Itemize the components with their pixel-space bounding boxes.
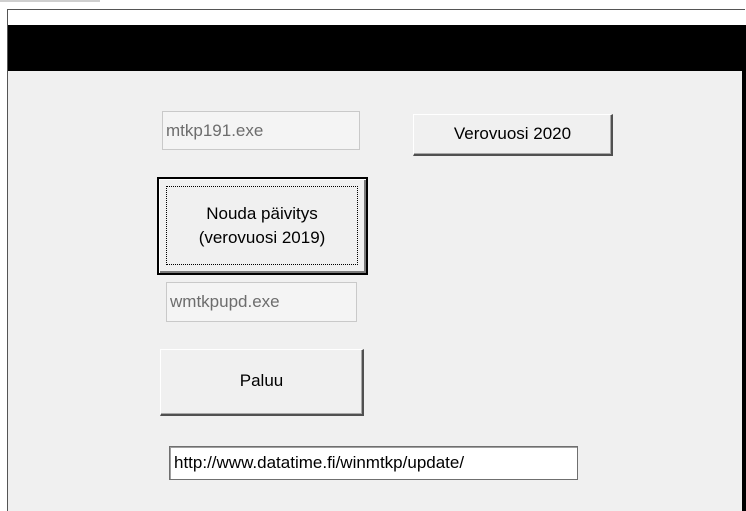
back-button[interactable]: Paluu xyxy=(160,349,364,416)
fetch-update-label-line2: (verovuosi 2019) xyxy=(198,227,326,247)
title-bar xyxy=(8,25,746,71)
installer-filename-field[interactable]: mtkp191.exe xyxy=(162,111,360,150)
back-label: Paluu xyxy=(239,371,284,390)
tax-year-2020-button[interactable]: Verovuosi 2020 xyxy=(413,114,613,156)
update-filename-field[interactable]: wmtkpupd.exe xyxy=(166,282,357,322)
focus-rectangle: Nouda päivitys (verovuosi 2019) xyxy=(166,186,358,265)
fetch-update-label-line1: Nouda päivitys xyxy=(206,203,318,223)
window-right-edge xyxy=(742,71,746,511)
tax-year-2020-label: Verovuosi 2020 xyxy=(453,124,572,143)
fetch-update-button[interactable]: Nouda päivitys (verovuosi 2019) xyxy=(157,177,368,275)
dialog-client-area: mtkp191.exe Verovuosi 2020 Nouda päivity… xyxy=(8,71,742,511)
update-url-field[interactable]: http://www.datatime.fi/winmtkp/update/ xyxy=(169,446,578,480)
app-window: mtkp191.exe Verovuosi 2020 Nouda päivity… xyxy=(0,0,746,511)
